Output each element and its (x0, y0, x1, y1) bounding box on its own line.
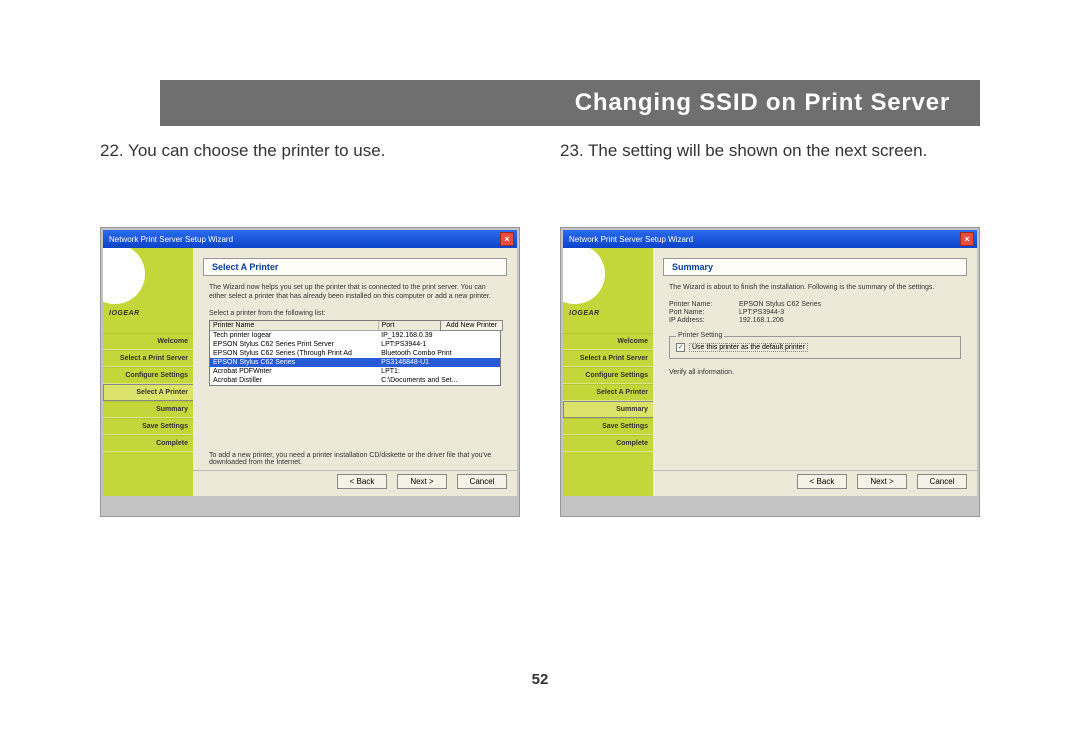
cancel-button[interactable]: Cancel (917, 474, 967, 489)
panel-title-box: Summary (663, 258, 967, 276)
wizard-body: IOGEAR Welcome Select a Print Server Con… (103, 248, 517, 496)
wizard-sidebar: IOGEAR Welcome Select a Print Server Con… (563, 248, 653, 496)
list-row[interactable]: Tech printer IogearIP_192.168.0.39 (210, 331, 500, 340)
close-icon[interactable]: × (500, 232, 514, 246)
fieldset-legend: Printer Setting (676, 332, 724, 339)
page-title: Changing SSID on Print Server (575, 89, 950, 117)
wizard-main: Summary The Wizard is about to finish th… (653, 248, 977, 496)
sidebar-item-welcome[interactable]: Welcome (103, 333, 193, 350)
panel-description: The Wizard now helps you set up the prin… (209, 284, 501, 302)
wizard-sidebar: IOGEAR Welcome Select a Print Server Con… (103, 248, 193, 496)
panel-title: Select A Printer (212, 262, 278, 272)
list-row[interactable]: Acrobat DistillerC:\Documents and Set... (210, 376, 500, 385)
panel-title: Summary (672, 262, 713, 272)
close-icon[interactable]: × (960, 232, 974, 246)
brand-logo: IOGEAR (109, 310, 140, 317)
window-title: Network Print Server Setup Wizard (566, 235, 960, 244)
sidebar-item-select-printer[interactable]: Select A Printer (103, 384, 193, 401)
printer-setting-fieldset: Printer Setting ✓ Use this printer as th… (669, 336, 961, 359)
sidebar-item-complete[interactable]: Complete (103, 435, 193, 452)
window-titlebar: Network Print Server Setup Wizard × (563, 230, 977, 248)
summary-row: Port Name:LPT:PS3944-3 (669, 309, 961, 316)
panel-title-box: Select A Printer (203, 258, 507, 276)
sidebar-item-select-printer[interactable]: Select A Printer (563, 384, 653, 401)
manual-page: Changing SSID on Print Server 22. You ca… (0, 0, 1080, 750)
cancel-button[interactable]: Cancel (457, 474, 507, 489)
sidebar-item-summary[interactable]: Summary (103, 401, 193, 418)
checkbox-icon[interactable]: ✓ (676, 343, 685, 352)
sidebar-item-save[interactable]: Save Settings (103, 418, 193, 435)
step-caption-22: 22. You can choose the printer to use. (100, 140, 520, 162)
sidebar-item-summary[interactable]: Summary (563, 401, 653, 418)
wizard-main: Select A Printer The Wizard now helps yo… (193, 248, 517, 496)
sidebar-steps: Welcome Select a Print Server Configure … (563, 333, 653, 452)
page-number: 52 (532, 671, 549, 688)
mascot-icon (103, 248, 145, 304)
sidebar-item-complete[interactable]: Complete (563, 435, 653, 452)
right-column: 23. The setting will be shown on the nex… (560, 140, 980, 517)
brand-logo: IOGEAR (569, 310, 600, 317)
window-titlebar: Network Print Server Setup Wizard × (103, 230, 517, 248)
add-new-printer-button[interactable]: Add New Printer (440, 320, 503, 331)
list-row[interactable]: EPSON Stylus C62 Series Print ServerLPT:… (210, 340, 500, 349)
screenshot-select-printer: Network Print Server Setup Wizard × IOGE… (100, 227, 520, 517)
verify-text: Verify all information. (669, 369, 961, 376)
sidebar-item-select-server[interactable]: Select a Print Server (103, 350, 193, 367)
wizard-body: IOGEAR Welcome Select a Print Server Con… (563, 248, 977, 496)
sidebar-item-configure[interactable]: Configure Settings (563, 367, 653, 384)
button-row: < Back Next > Cancel (653, 470, 977, 492)
back-button[interactable]: < Back (797, 474, 847, 489)
next-button[interactable]: Next > (857, 474, 907, 489)
default-printer-row[interactable]: ✓ Use this printer as the default printe… (676, 343, 954, 352)
window-title: Network Print Server Setup Wizard (106, 235, 500, 244)
panel-description: The Wizard is about to finish the instal… (669, 284, 961, 293)
sidebar-item-save[interactable]: Save Settings (563, 418, 653, 435)
two-column-layout: 22. You can choose the printer to use. N… (100, 140, 980, 517)
next-button[interactable]: Next > (397, 474, 447, 489)
list-label: Select a printer from the following list… (209, 310, 501, 317)
left-column: 22. You can choose the printer to use. N… (100, 140, 520, 517)
sidebar-item-select-server[interactable]: Select a Print Server (563, 350, 653, 367)
header-section: Changing SSID on Print Server (100, 60, 980, 130)
back-button[interactable]: < Back (337, 474, 387, 489)
header-bar: Changing SSID on Print Server (160, 80, 980, 126)
mascot-icon (563, 248, 605, 304)
col-printer-name: Printer Name (210, 321, 379, 330)
sidebar-item-welcome[interactable]: Welcome (563, 333, 653, 350)
hint-text: To add a new printer, you need a printer… (209, 452, 501, 466)
button-row: < Back Next > Cancel (193, 470, 517, 492)
list-row-selected[interactable]: EPSON Stylus C62 SeriesPS3146848-U1 (210, 358, 500, 367)
sidebar-steps: Welcome Select a Print Server Configure … (103, 333, 193, 452)
summary-row: IP Address:192.168.1.206 (669, 317, 961, 324)
list-row[interactable]: EPSON Stylus C62 Series (Through Print A… (210, 349, 500, 358)
step-caption-23: 23. The setting will be shown on the nex… (560, 140, 980, 162)
checkbox-label: Use this printer as the default printer (689, 343, 808, 352)
summary-row: Printer Name:EPSON Stylus C62 Series (669, 301, 961, 308)
screenshot-summary: Network Print Server Setup Wizard × IOGE… (560, 227, 980, 517)
list-row[interactable]: Acrobat PDFWriterLPT1: (210, 367, 500, 376)
sidebar-item-configure[interactable]: Configure Settings (103, 367, 193, 384)
